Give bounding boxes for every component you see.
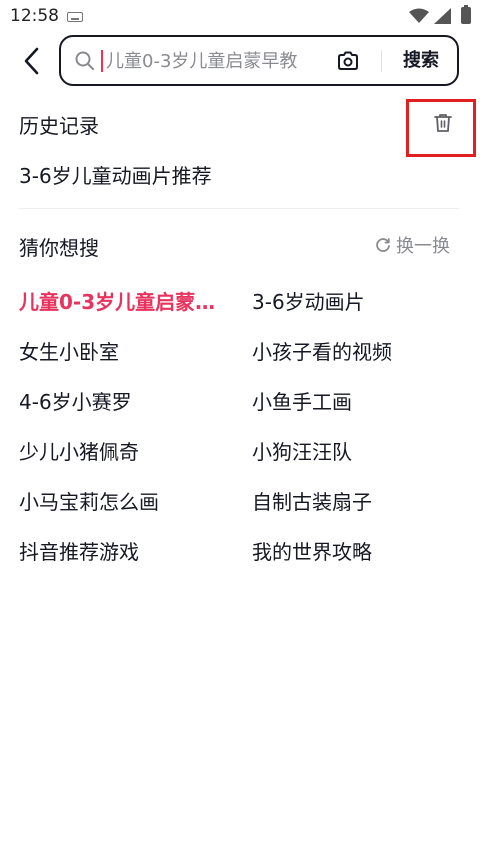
suggestion-item[interactable]: 女生小卧室 [19, 336, 119, 365]
history-section-title: 历史记录 [19, 114, 99, 138]
suggestion-item[interactable]: 小鱼手工画 [252, 386, 352, 415]
signal-icon [434, 8, 451, 24]
suggestion-item-hot[interactable]: 儿童0-3岁儿童启蒙… [19, 286, 215, 315]
search-input[interactable] [106, 44, 326, 78]
search-divider [381, 50, 382, 72]
annotation-highlight-box [406, 99, 476, 157]
search-button[interactable]: 搜索 [392, 47, 450, 75]
status-bar: 12:58 [0, 0, 480, 34]
chevron-left-icon [24, 47, 39, 75]
refresh-icon [376, 238, 390, 252]
suggestion-item[interactable]: 小孩子看的视频 [252, 336, 392, 365]
history-item[interactable]: 3-6岁儿童动画片推荐 [19, 160, 212, 189]
suggestion-item[interactable]: 4-6岁小赛罗 [19, 386, 132, 415]
battery-icon [461, 5, 471, 24]
back-button[interactable] [14, 42, 50, 80]
suggestion-item[interactable]: 小狗汪汪队 [252, 436, 352, 465]
suggestion-item[interactable]: 小马宝莉怎么画 [19, 486, 159, 515]
refresh-label: 换一换 [396, 236, 450, 257]
suggestion-item[interactable]: 少儿小猪佩奇 [19, 436, 139, 465]
search-box[interactable]: 搜索 [59, 35, 459, 86]
suggestion-item[interactable]: 自制古装扇子 [252, 486, 372, 515]
keyboard-icon [67, 12, 83, 22]
suggestion-item[interactable]: 我的世界攻略 [252, 536, 372, 565]
suggestion-item[interactable]: 3-6岁动画片 [252, 286, 365, 315]
section-divider [19, 208, 459, 209]
camera-icon[interactable] [336, 49, 360, 73]
wifi-icon [409, 8, 429, 23]
refresh-button[interactable]: 换一换 [374, 233, 450, 257]
suggestion-item[interactable]: 抖音推荐游戏 [19, 536, 139, 565]
guess-section-title: 猜你想搜 [19, 236, 99, 260]
status-time: 12:58 [10, 6, 59, 26]
text-cursor [101, 50, 103, 72]
search-icon [75, 51, 94, 70]
